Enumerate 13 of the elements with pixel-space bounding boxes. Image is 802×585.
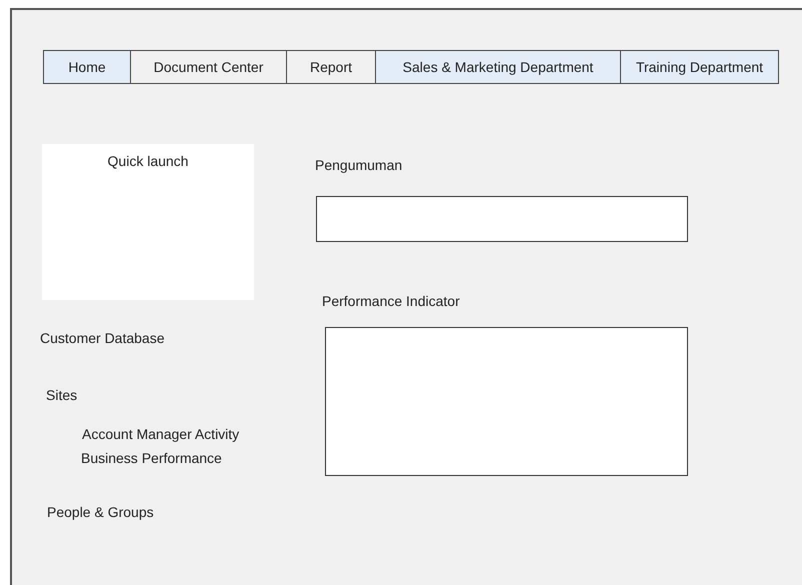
- quick-launch-title: Quick launch: [108, 153, 188, 169]
- sidebar-link[interactable]: People & Groups: [47, 504, 154, 520]
- nav-tab[interactable]: Training Department: [620, 50, 779, 84]
- nav-tab[interactable]: Home: [43, 50, 131, 84]
- performance-title: Performance Indicator: [322, 293, 460, 310]
- announcements-title: Pengumuman: [315, 157, 402, 174]
- nav-tab[interactable]: Report: [286, 50, 376, 84]
- sidebar-sublink[interactable]: Account Manager Activity: [82, 426, 240, 442]
- sidebar-link[interactable]: Customer Database: [40, 330, 165, 346]
- sidebar-link[interactable]: Sites: [46, 387, 78, 403]
- sidebar-sublink[interactable]: Business Performance: [81, 450, 222, 466]
- nav-tab[interactable]: Document Center: [130, 50, 287, 84]
- nav-tab[interactable]: Sales & Marketing Department: [375, 50, 621, 84]
